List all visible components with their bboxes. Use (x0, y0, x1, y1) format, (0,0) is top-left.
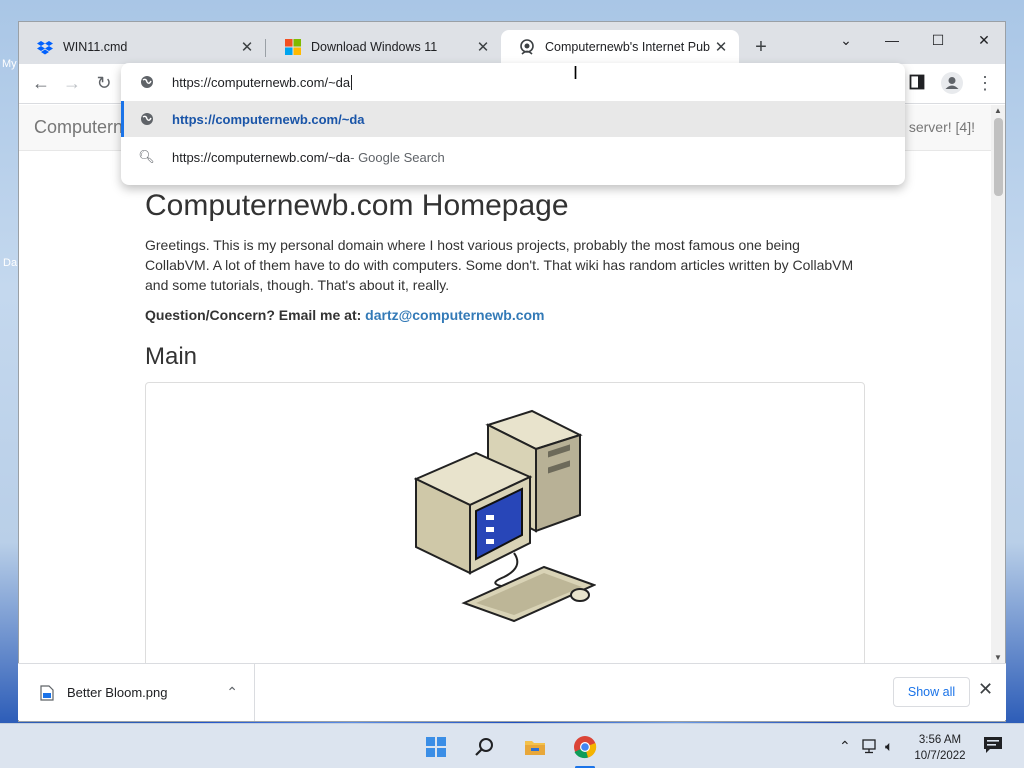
taskbar: ⌃ 🔈︎ 3:56 AM 10/7/2022 (0, 723, 1024, 768)
back-icon[interactable]: ← (29, 72, 53, 96)
profile-avatar-icon[interactable] (941, 72, 963, 94)
desktop-icon-label[interactable]: Da (3, 257, 17, 269)
tab-title: WIN11.cmd (63, 40, 128, 54)
new-tab-button[interactable]: + (749, 36, 773, 60)
web-page: Computern server! [4]! Computernewb.com … (19, 105, 991, 663)
main-panel (145, 382, 865, 663)
text-caret (351, 74, 353, 90)
tab-close-icon[interactable]: ✕ (713, 38, 729, 56)
tab-title: Download Windows 11 (311, 40, 438, 54)
suggestion-item[interactable]: 🔍︎ https://computernewb.com/~da - Google… (121, 139, 905, 175)
tab-search-button[interactable]: ⌄ (823, 27, 869, 55)
search-icon: 🔍︎ (138, 149, 155, 164)
globe-icon (141, 76, 153, 88)
page-scrollbar[interactable]: ▲ ▼ (991, 105, 1005, 663)
scroll-up-icon[interactable]: ▲ (994, 106, 1002, 115)
close-window-button[interactable]: ✕ (961, 27, 1007, 55)
suggestion-suffix: - Google Search (350, 149, 445, 165)
scroll-down-icon[interactable]: ▼ (994, 653, 1002, 662)
menu-kebab-icon[interactable]: ⋮ (973, 72, 997, 96)
scroll-thumb[interactable] (994, 118, 1003, 196)
contact-label: Question/Concern? Email me at: (145, 307, 362, 323)
section-heading: Main (145, 343, 198, 370)
file-explorer-icon[interactable] (522, 734, 548, 760)
forward-icon[interactable]: → (60, 72, 84, 96)
chrome-window: WIN11.cmd ✕ Download Windows 11 ✕ Comput… (18, 21, 1006, 722)
search-icon[interactable] (472, 734, 498, 760)
tab-win11-cmd[interactable]: WIN11.cmd ✕ (19, 30, 265, 64)
tab-close-icon[interactable]: ✕ (475, 38, 491, 56)
notification-icon[interactable] (983, 736, 1003, 754)
maximize-button[interactable]: ☐ (915, 27, 961, 55)
chevron-up-icon[interactable]: ⌃ (226, 684, 238, 701)
network-icon[interactable] (862, 739, 880, 754)
email-link[interactable]: dartz@computernewb.com (365, 307, 544, 323)
download-item[interactable]: Better Bloom.png ⌃ (18, 664, 255, 721)
volume-icon[interactable]: 🔈︎ (885, 738, 893, 755)
text-cursor-icon: I (573, 63, 579, 83)
tab-close-icon[interactable]: ✕ (239, 38, 255, 56)
reload-icon[interactable]: ↻ (92, 72, 116, 96)
nav-link[interactable]: server! [4]! (909, 119, 975, 135)
tab-computernewb[interactable]: Computernewb's Internet Pub H ✕ (501, 30, 739, 64)
minimize-button[interactable]: — (869, 27, 915, 55)
download-file-name: Better Bloom.png (67, 685, 168, 700)
tab-separator (265, 39, 266, 57)
clock-time: 3:56 AM (918, 734, 962, 746)
page-content: Computernewb.com Homepage Greetings. Thi… (145, 189, 865, 663)
suggestion-url: https://computernewb.com/~da (172, 111, 365, 127)
side-panel-icon[interactable] (909, 74, 925, 90)
clock-date: 10/7/2022 (914, 750, 966, 762)
close-icon[interactable]: ✕ (978, 679, 993, 700)
suggestion-item[interactable]: https://computernewb.com/~da (121, 101, 905, 137)
clock[interactable]: 3:56 AM 10/7/2022 (905, 732, 975, 764)
computer-illustration (414, 409, 596, 623)
address-input[interactable]: https://computernewb.com/~da (172, 75, 350, 90)
address-bar[interactable]: https://computernewb.com/~da (121, 64, 905, 100)
page-title: Computernewb.com Homepage (145, 189, 569, 222)
windows-logo-icon (285, 39, 301, 55)
tab-strip: WIN11.cmd ✕ Download Windows 11 ✕ Comput… (19, 22, 1005, 64)
site-brand-link[interactable]: Computern (34, 117, 123, 138)
start-icon[interactable] (423, 734, 449, 760)
suggestion-text: https://computernewb.com/~da (172, 149, 351, 165)
desktop-icon-label[interactable]: My (2, 58, 17, 70)
chrome-icon[interactable] (572, 734, 598, 760)
site-favicon (520, 39, 534, 55)
tab-download-windows[interactable]: Download Windows 11 ✕ (267, 30, 501, 64)
tab-title: Computernewb's Internet Pub H (545, 40, 713, 54)
chevron-up-icon[interactable]: ⌃ (839, 738, 851, 755)
omnibox-dropdown: https://computernewb.com/~da https://com… (121, 63, 905, 185)
intro-paragraph: Greetings. This is my personal domain wh… (145, 237, 854, 293)
globe-icon (141, 113, 153, 125)
dropbox-icon (37, 41, 53, 55)
show-all-button[interactable]: Show all (893, 677, 970, 707)
contact-line: Question/Concern? Email me at: dartz@com… (145, 305, 865, 325)
image-file-icon (40, 684, 54, 701)
download-bar: Better Bloom.png ⌃ Show all ✕ (18, 663, 1006, 721)
